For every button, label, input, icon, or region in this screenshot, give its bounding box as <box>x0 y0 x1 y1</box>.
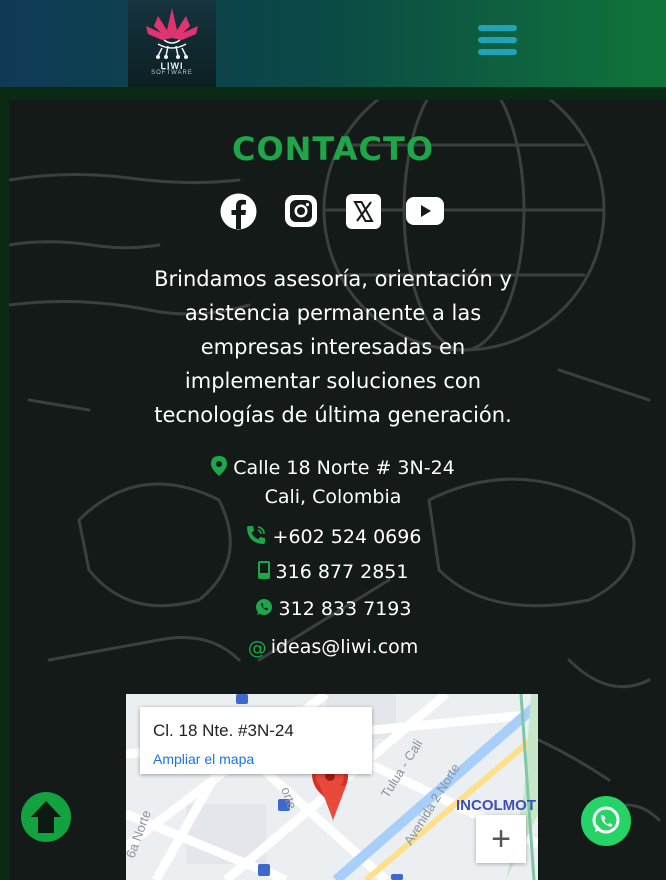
map-address: Cl. 18 Nte. #3N-24 <box>153 721 294 740</box>
youtube-icon[interactable] <box>406 192 444 230</box>
description-line: Brindamos asesoría, orientación y <box>154 267 512 291</box>
contact-title: CONTACTO <box>231 130 435 168</box>
facebook-icon[interactable] <box>219 192 257 230</box>
whatsapp-phone[interactable]: 312 833 7193 <box>0 598 666 621</box>
hamburger-menu-icon[interactable] <box>478 22 518 58</box>
landline-text: +602 524 0696 <box>272 526 422 548</box>
site-header: LIWI SOFTWARE <box>0 0 666 87</box>
description-line: empresas interesadas en <box>200 335 466 359</box>
description-line: asistencia permanente a las <box>184 301 482 325</box>
x-twitter-icon[interactable] <box>344 192 382 230</box>
contact-description: Brindamos asesoría, orientación y asiste… <box>140 262 526 432</box>
address-text: Calle 18 Norte # 3N-24 <box>233 457 455 479</box>
google-map-embed[interactable]: Tulua - Cali Avenida 2 Norte 6a Norte or… <box>126 694 538 880</box>
description-line: implementar soluciones con <box>184 369 482 393</box>
whatsapp-small-icon <box>255 598 273 621</box>
email-link[interactable]: @ ideas@liwi.com <box>0 636 666 659</box>
logo-subtitle: SOFTWARE <box>151 70 193 76</box>
liwi-logo[interactable]: LIWI SOFTWARE <box>128 0 216 87</box>
lotus-icon <box>146 8 198 59</box>
whatsapp-text: 312 833 7193 <box>278 598 412 620</box>
phone-icon <box>245 524 267 551</box>
whatsapp-chat-button[interactable] <box>581 796 631 846</box>
description-line: tecnologías de última generación. <box>154 403 512 427</box>
arrow-up-icon <box>31 801 61 833</box>
expand-map-link[interactable]: Ampliar el mapa <box>153 751 254 767</box>
email-text: ideas@liwi.com <box>270 636 419 658</box>
map-marker-icon <box>211 456 228 481</box>
zoom-in-label: + <box>491 820 511 858</box>
mobile-phone-icon <box>257 561 270 584</box>
map-place-label: INCOLMOT <box>456 797 536 814</box>
contact-section: CONTACTO Brindamos asesoría, orientación… <box>0 87 666 880</box>
whatsapp-icon <box>592 806 620 834</box>
map-zoom-in-button[interactable]: + <box>476 815 526 863</box>
mobile-text: 316 877 2851 <box>275 561 409 583</box>
address-line-1: Calle 18 Norte # 3N-24 <box>0 456 666 481</box>
at-sign-icon: @ <box>247 636 267 659</box>
map-info-card: Cl. 18 Nte. #3N-24 Ampliar el mapa <box>140 707 372 774</box>
mobile-phone[interactable]: 316 877 2851 <box>0 561 666 584</box>
address-line-2: Cali, Colombia <box>264 486 402 508</box>
instagram-icon[interactable] <box>282 192 320 230</box>
scroll-to-top-button[interactable] <box>21 792 71 842</box>
landline-phone[interactable]: +602 524 0696 <box>0 524 666 551</box>
